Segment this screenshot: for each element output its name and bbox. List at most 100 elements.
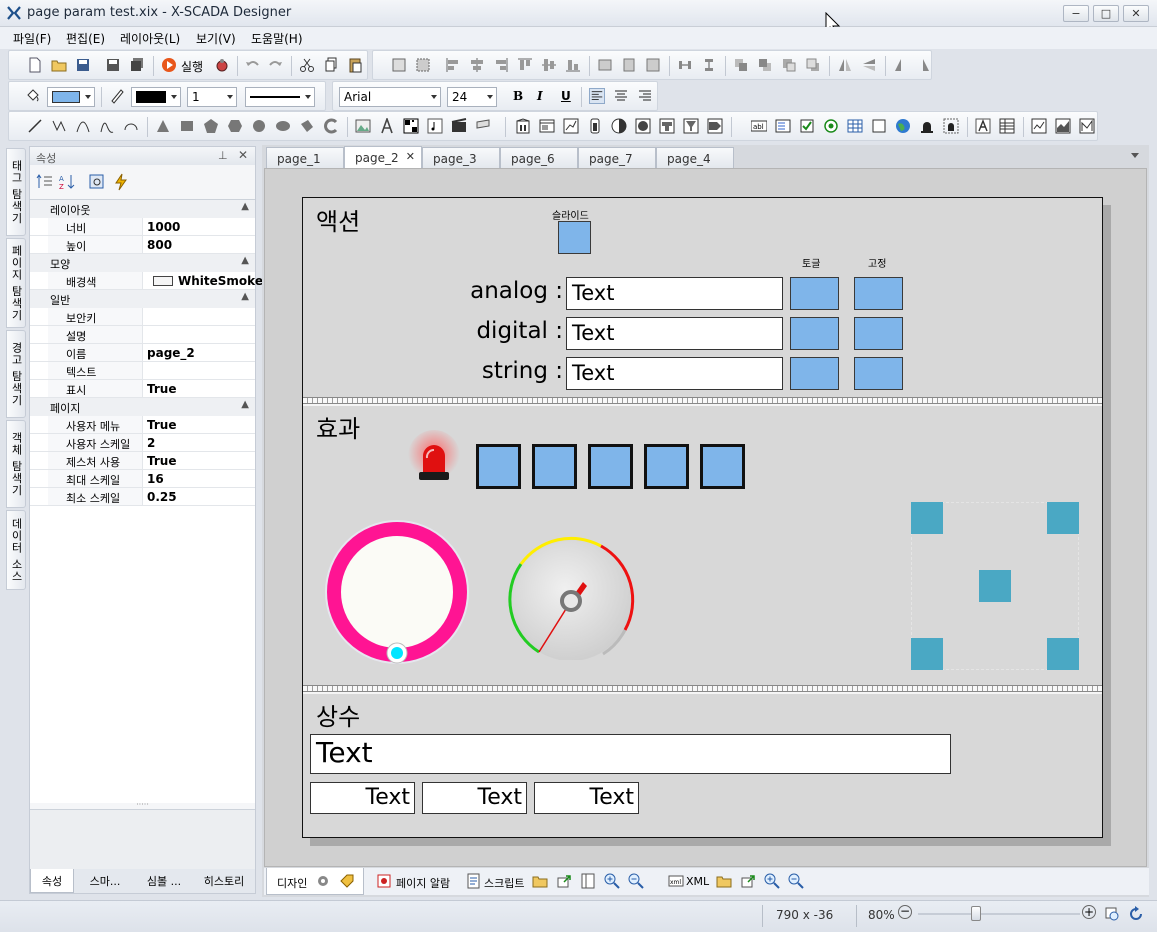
label-control-icon[interactable]: abl [751,118,767,134]
panel-icon[interactable] [539,118,555,134]
same-height-icon[interactable] [621,57,637,73]
panel-close-icon[interactable]: ✕ [238,148,248,162]
script-panel-icon[interactable] [580,873,596,889]
line-width-select[interactable]: 1 [187,87,237,107]
property-category[interactable]: 페이지 ▲ [30,398,255,416]
digital-toggle-button[interactable] [790,317,839,350]
space-horizontal-icon[interactable] [677,57,693,73]
rotary-knob[interactable] [323,518,473,668]
tab-overflow-icon[interactable] [1131,153,1139,158]
constant-text-2[interactable]: Text [422,782,527,814]
pin-icon[interactable]: ⊥ [218,149,228,162]
minimize-button[interactable]: − [1063,5,1089,22]
digital-fixed-button[interactable] [854,317,903,350]
property-row[interactable]: 사용자 스케일 2 [30,434,255,452]
string-fixed-button[interactable] [854,357,903,390]
same-size-icon[interactable] [645,57,661,73]
building-icon[interactable] [515,118,531,134]
trend-icon[interactable] [563,118,579,134]
export-script-icon[interactable] [556,873,572,889]
curve-tool-icon[interactable] [75,118,91,134]
fill-color-picker[interactable] [47,87,95,107]
string-toggle-button[interactable] [790,357,839,390]
open-xml-icon[interactable] [716,873,732,889]
meter-icon[interactable] [635,118,651,134]
image-tool-icon[interactable] [355,118,371,134]
text-tool-icon[interactable] [379,118,395,134]
hexagon-tool-icon[interactable] [227,118,243,134]
analog-input[interactable]: Text [566,277,783,310]
globe-icon[interactable] [895,118,911,134]
fit-page-icon[interactable] [1104,906,1120,922]
property-value[interactable]: 0.25 [147,490,177,504]
effect-box-4[interactable] [644,444,689,489]
qr-code-icon[interactable] [403,118,419,134]
zoom-in-button[interactable]: + [1082,905,1096,919]
property-value[interactable]: 16 [147,472,164,486]
align-middle-icon[interactable] [541,57,557,73]
alarm-lamp-dashed-icon[interactable] [943,118,959,134]
collapse-icon[interactable]: ▲ [241,201,249,212]
effect-box-5[interactable] [700,444,745,489]
group-icon[interactable] [391,57,407,73]
tab-close-icon[interactable]: ✕ [406,150,415,163]
video-icon[interactable] [451,118,467,134]
tab-page-2[interactable]: page_2 ✕ [344,146,422,170]
space-vertical-icon[interactable] [701,57,717,73]
collapse-icon[interactable]: ▲ [241,291,249,302]
property-row[interactable]: 최소 스케일 0.25 [30,488,255,506]
page-alarm-tab[interactable]: 페이지 알람 [368,868,456,895]
debug-icon[interactable] [214,57,230,73]
menu-edit[interactable]: 편집(E) [66,30,105,47]
tab-symbol[interactable]: 심볼 ... [136,869,192,893]
same-width-icon[interactable] [597,57,613,73]
bring-forward-icon[interactable] [781,57,797,73]
digital-input[interactable]: Text [566,317,783,350]
font-size-select[interactable]: 24 [447,87,497,107]
analog-toggle-button[interactable] [790,277,839,310]
pentagon-tool-icon[interactable] [203,118,219,134]
zoom-slider-thumb[interactable] [971,906,981,921]
tab-page-1[interactable]: page_1 [266,147,344,169]
property-row[interactable]: 텍스트 [30,362,255,380]
line-color-picker[interactable] [131,87,181,107]
gauge-tool-icon[interactable] [611,118,627,134]
rectangle-tool-icon[interactable] [179,118,195,134]
property-value[interactable]: 2 [147,436,155,450]
xml-zoom-in-icon[interactable] [764,873,780,889]
text-align-left-icon[interactable] [589,88,605,104]
tab-properties[interactable]: 속성 [30,869,74,893]
flip-horizontal-icon[interactable] [837,57,853,73]
design-tab[interactable]: 디자인 [266,868,364,895]
save-icon[interactable] [75,57,91,73]
align-top-icon[interactable] [517,57,533,73]
menu-file[interactable]: 파일(F) [13,30,51,47]
tank-icon[interactable] [587,118,603,134]
underline-button[interactable]: U [561,89,571,103]
motion-square-bottom-right[interactable] [1047,638,1079,670]
property-value[interactable]: page_2 [147,346,195,360]
align-bottom-icon[interactable] [565,57,581,73]
triangle-tool-icon[interactable] [155,118,171,134]
ungroup-icon[interactable] [415,57,431,73]
effect-box-1[interactable] [476,444,521,489]
checkbox-control-icon[interactable] [799,118,815,134]
motor-icon[interactable] [659,118,675,134]
open-folder-icon[interactable] [51,57,67,73]
alarm-lamp-icon[interactable] [919,118,935,134]
collapse-icon[interactable]: ▲ [241,255,249,266]
effect-box-2[interactable] [532,444,577,489]
xml-tab[interactable]: xml XML [664,868,816,895]
redo-icon[interactable] [267,57,283,73]
menu-layout[interactable]: 레이아웃(L) [120,30,180,47]
property-row[interactable]: 너비 1000 [30,218,255,236]
open-script-icon[interactable] [532,873,548,889]
new-file-icon[interactable] [27,57,43,73]
table-tool-icon[interactable] [999,118,1015,134]
zoom-out-icon[interactable] [628,873,644,889]
grid-control-icon[interactable] [847,118,863,134]
pie-tool-icon[interactable] [323,118,339,134]
collapse-icon[interactable]: ▲ [241,399,249,410]
rotate-right-icon[interactable] [915,57,931,73]
arc-tool-icon[interactable] [123,118,139,134]
